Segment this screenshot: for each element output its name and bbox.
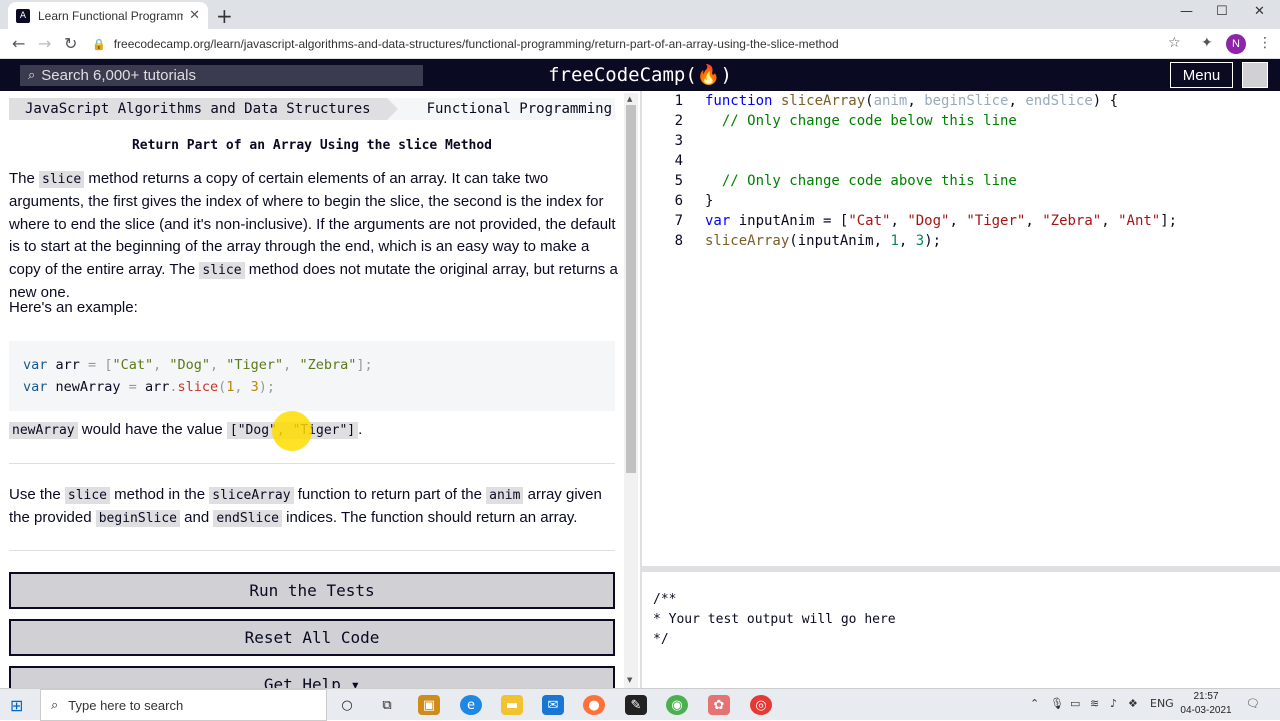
address-bar-row: ← → ↻ 🔒 freecodecamp.org/learn/javascrip… [0,29,1280,59]
search-input[interactable]: ⌕ Search 6,000+ tutorials [20,65,423,86]
inline-code: slice [39,171,85,188]
reload-icon[interactable]: ↻ [64,34,77,53]
mouse-cursor-highlight [272,411,312,451]
more-menu-icon[interactable]: ⋮ [1258,35,1272,51]
editor-line: 8 sliceArray(inputAnim, 1, 3); [674,233,942,249]
result-paragraph: newArray would have the value ["Dog", "T… [9,419,619,442]
text: . [358,421,363,438]
volume-icon[interactable]: ♪ [1110,697,1117,710]
wifi-icon[interactable]: ≋ [1090,697,1099,710]
browser-tab[interactable]: A Learn Functional Programming: R ✕ [8,2,208,29]
text: The [9,170,40,187]
battery-icon[interactable]: ▭ [1070,697,1080,710]
browser-tab-bar: A Learn Functional Programming: R ✕ + — … [0,0,1280,29]
inline-code: beginSlice [95,510,181,528]
new-tab-button[interactable]: + [216,4,233,28]
notifications-icon[interactable]: 🗨 [1246,697,1260,710]
inline-code: endSlice [213,510,283,528]
windows-start-icon[interactable]: ⊞ [10,696,23,715]
tray-expand-icon[interactable]: ⌃ [1030,697,1039,710]
taskbar-search[interactable]: ⌕ Type here to search [40,689,327,721]
file-explorer-icon[interactable]: ▬ [501,695,523,715]
test-output-panel: /** * Your test output will go here */ [642,572,1280,688]
inline-code: anim [486,487,524,504]
taskbar-search-placeholder: Type here to search [68,697,184,713]
task-view-icon[interactable]: ⧉ [376,695,398,715]
profile-avatar[interactable]: N [1226,34,1246,54]
fcc-header: ⌕ Search 6,000+ tutorials freeCodeCamp(🔥… [0,59,1280,91]
editor-line: 3 [674,133,683,149]
scroll-up-icon[interactable]: ▲ [627,95,632,103]
divider [9,550,615,551]
description-paragraph: The slice method returns a copy of certa… [9,168,619,304]
text: would have the value [77,421,227,438]
editor-line: 2 // Only change code below this line [674,113,1017,129]
example-intro: Here's an example: [9,299,138,316]
extensions-icon[interactable]: ✦ [1201,35,1213,51]
tab-title: Learn Functional Programming: R [38,8,184,23]
forward-icon[interactable]: → [38,34,51,53]
search-icon: ⌕ [28,68,36,83]
editor-line: 6} [674,193,714,209]
editor-line: 7 var inputAnim = ["Cat", "Dog", "Tiger",… [674,213,1178,229]
windows-taskbar: ⊞ ⌕ Type here to search ○ ⧉ ▣ e ▬ ✉ ● ✎ … [0,688,1280,721]
dropbox-icon[interactable]: ❖ [1128,697,1138,710]
chrome-icon[interactable]: ◉ [666,695,688,715]
editor-line: 1 function sliceArray(anim, beginSlice, e… [674,93,1119,109]
code-line: var newArray = arr.slice(1, 3); [23,379,276,395]
lock-icon: 🔒 [92,37,106,51]
minimize-icon[interactable]: — [1180,4,1193,19]
recorder-icon[interactable]: ◎ [750,695,772,715]
mail-icon[interactable]: ✉ [542,695,564,715]
user-avatar[interactable] [1242,62,1268,88]
get-help-button[interactable]: Get Help ▾ [9,666,615,688]
clock[interactable]: 21:57 04-03-2021 [1176,690,1236,718]
microphone-icon[interactable]: 🎙 [1050,697,1064,710]
lesson-pane: JavaScript Algorithms and Data Structure… [0,91,640,688]
firefox-icon[interactable]: ● [583,695,605,715]
sticky-notes-icon[interactable]: ✎ [625,695,647,715]
language-indicator[interactable]: ENG [1150,697,1174,710]
editor-line: 4 [674,153,683,169]
editor-line: 5 // Only change code above this line [674,173,1017,189]
url-field[interactable]: 🔒 freecodecamp.org/learn/javascript-algo… [92,32,1192,56]
search-icon: ⌕ [51,697,59,713]
inline-code: sliceArray [209,487,294,504]
fcc-logo[interactable]: freeCodeCamp(🔥) [540,63,740,86]
fcc-favicon-icon: A [16,8,30,23]
challenge-title: Return Part of an Array Using the slice … [131,138,493,153]
bookmark-star-icon[interactable]: ☆ [1168,35,1181,51]
clock-time: 21:57 [1193,691,1219,702]
example-code-block: var arr = ["Cat", "Dog", "Tiger", "Zebra… [9,341,615,411]
inline-code: slice [199,261,245,279]
lesson-scrollbar[interactable]: ▲ ▼ [624,93,638,688]
inline-code: newArray [9,422,78,439]
task-paragraph: Use the slice method in the sliceArray f… [9,486,602,528]
close-window-icon[interactable]: ✕ [1254,4,1265,19]
back-icon[interactable]: ← [12,34,25,53]
menu-button[interactable]: Menu [1170,62,1233,88]
divider [9,463,615,464]
code-editor[interactable]: 1 function sliceArray(anim, beginSlice, e… [642,91,1280,566]
edge-icon[interactable]: e [460,695,482,715]
url-text: freecodecamp.org/learn/javascript-algori… [113,37,839,51]
paint-icon[interactable]: ✿ [708,695,730,715]
close-tab-icon[interactable]: ✕ [189,8,200,23]
reset-code-button[interactable]: Reset All Code [9,619,615,656]
store-icon[interactable]: ▣ [418,695,440,715]
run-tests-button[interactable]: Run the Tests [9,572,615,609]
breadcrumb-superblock[interactable]: JavaScript Algorithms and Data Structure… [9,98,398,120]
breadcrumb: JavaScript Algorithms and Data Structure… [9,98,615,120]
clock-date: 04-03-2021 [1180,705,1232,716]
maximize-icon[interactable]: ☐ [1216,4,1228,19]
inline-code: slice [64,487,111,504]
cortana-icon[interactable]: ○ [336,695,358,715]
scrollbar-thumb[interactable] [626,105,636,473]
breadcrumb-block[interactable]: Functional Programming [386,98,615,120]
search-placeholder: Search 6,000+ tutorials [41,67,196,84]
code-line: var arr = ["Cat", "Dog", "Tiger", "Zebra… [23,357,373,373]
scroll-down-icon[interactable]: ▼ [627,676,632,684]
